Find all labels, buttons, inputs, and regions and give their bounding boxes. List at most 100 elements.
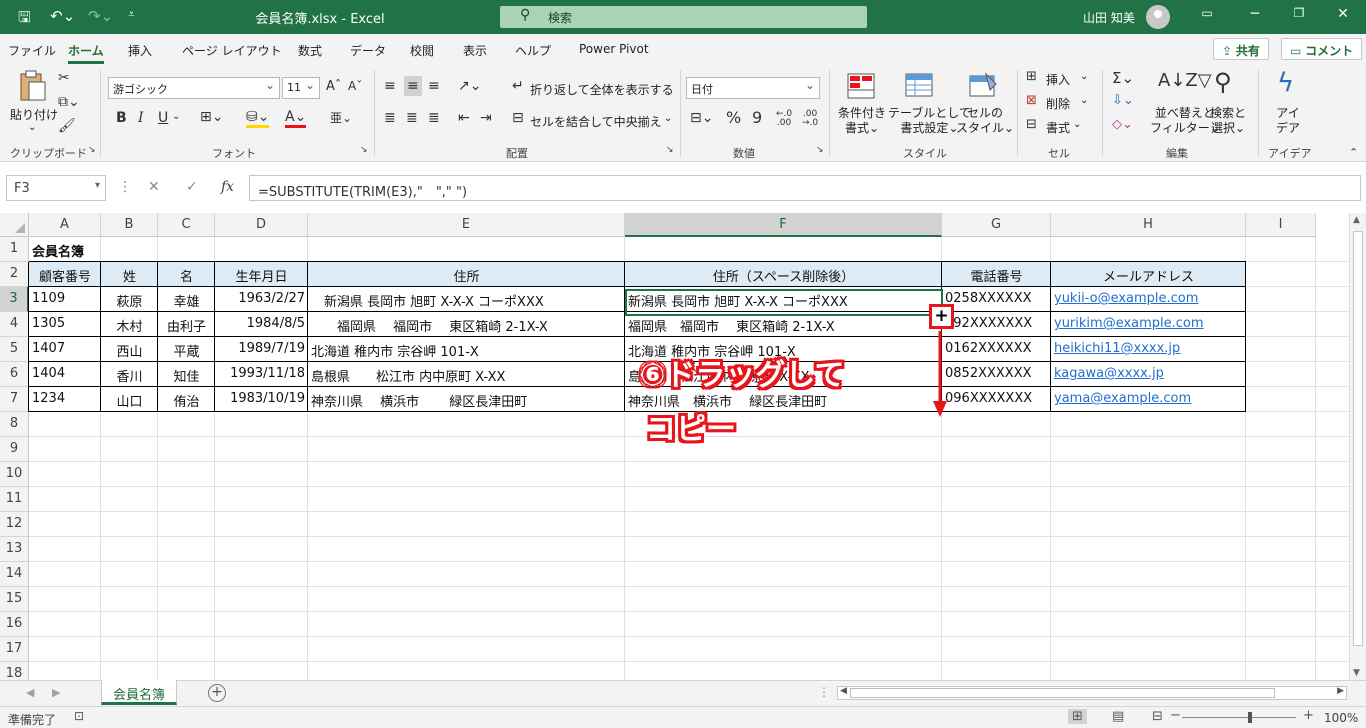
page-layout-view-icon[interactable]: ▤	[1112, 709, 1124, 724]
row-header-18[interactable]: 18	[0, 662, 29, 680]
avatar[interactable]	[1146, 5, 1170, 29]
row-header-1[interactable]: 1	[0, 237, 29, 262]
insert-function-icon[interactable]: fx	[221, 179, 234, 195]
row-header-2[interactable]: 2	[0, 262, 29, 287]
row-header-15[interactable]: 15	[0, 587, 29, 612]
data-cell[interactable]: 096XXXXXXX	[942, 387, 1051, 412]
data-cell[interactable]: 0852XXXXXX	[942, 362, 1051, 387]
conditional-formatting-icon[interactable]	[846, 72, 878, 102]
column-header-h[interactable]: H	[1051, 213, 1246, 237]
cell-styles-icon[interactable]	[968, 72, 1000, 102]
new-sheet-icon[interactable]: +	[208, 684, 226, 702]
zoom-level[interactable]: 100%	[1324, 711, 1358, 725]
cell-styles-button[interactable]: セルの スタイル⌄	[956, 106, 1014, 136]
find-select-button[interactable]: 検索と 選択⌄	[1210, 106, 1246, 136]
tab-review[interactable]: 校閲	[410, 42, 434, 59]
row-header-12[interactable]: 12	[0, 512, 29, 537]
row-header-17[interactable]: 17	[0, 637, 29, 662]
alignment-launcher-icon[interactable]: ↘	[666, 145, 674, 155]
align-right-icon[interactable]: ≣	[428, 110, 440, 126]
email-link[interactable]: heikichi11@xxxx.jp	[1051, 337, 1246, 362]
name-box[interactable]: F3	[6, 175, 106, 201]
data-cell[interactable]: 萩原	[101, 287, 158, 312]
data-cell[interactable]: 1983/10/19	[215, 387, 308, 412]
header-cell[interactable]: 顧客番号	[29, 262, 101, 287]
zoom-slider-thumb[interactable]	[1248, 712, 1252, 723]
wrap-text-icon[interactable]: ↵	[512, 78, 524, 94]
restore-icon[interactable]: ❐	[1284, 6, 1314, 20]
email-link[interactable]: yurikim@example.com	[1051, 312, 1246, 337]
find-select-icon[interactable]: ⚲	[1214, 68, 1232, 96]
tab-file[interactable]: ファイル	[8, 42, 56, 59]
enter-icon[interactable]: ✓	[186, 179, 198, 195]
data-cell[interactable]: 1407	[29, 337, 101, 362]
data-cell[interactable]: 由利子	[158, 312, 215, 337]
normal-view-icon[interactable]: ⊞	[1068, 709, 1087, 724]
column-header-g[interactable]: G	[942, 213, 1051, 237]
minimize-icon[interactable]: ─	[1240, 6, 1270, 22]
header-cell[interactable]: 生年月日	[215, 262, 308, 287]
row-header-5[interactable]: 5	[0, 337, 29, 362]
row-header-13[interactable]: 13	[0, 537, 29, 562]
row-header-8[interactable]: 8	[0, 412, 29, 437]
formula-input[interactable]: =SUBSTITUTE(TRIM(E3)," "," ")	[249, 175, 1361, 201]
align-bottom-icon[interactable]: ≡	[428, 78, 440, 94]
row-header-3[interactable]: 3	[0, 287, 29, 312]
merge-dropdown-icon[interactable]: ⌄	[664, 113, 672, 124]
zoom-out-icon[interactable]: −	[1170, 708, 1181, 723]
tab-power-pivot[interactable]: Power Pivot	[579, 42, 649, 56]
grow-font-icon[interactable]: Aˆ	[326, 79, 341, 94]
underline-dropdown-icon[interactable]: ⌄	[172, 111, 180, 122]
data-cell[interactable]: 0258XXXXXX	[942, 287, 1051, 312]
fill-color-icon[interactable]: ⛁⌄	[246, 109, 270, 128]
vertical-scroll-thumb[interactable]	[1353, 231, 1363, 646]
collapse-ribbon-icon[interactable]: ⌃	[1349, 146, 1358, 159]
format-dropdown-icon[interactable]: ⌄	[1073, 119, 1081, 130]
row-header-14[interactable]: 14	[0, 562, 29, 587]
data-cell[interactable]: 1984/8/5	[215, 312, 308, 337]
align-left-icon[interactable]: ≣	[384, 110, 396, 126]
sort-filter-icon[interactable]: A↓Z▽	[1158, 70, 1212, 91]
column-header-i[interactable]: I	[1246, 213, 1316, 237]
borders-icon[interactable]: ⊞⌄	[200, 109, 223, 125]
delete-cells-icon[interactable]: ⊠	[1026, 93, 1037, 108]
clipboard-launcher-icon[interactable]: ↘	[88, 145, 96, 155]
cut-icon[interactable]: ✂	[58, 70, 70, 86]
percent-icon[interactable]: %	[726, 108, 741, 127]
format-cells-icon[interactable]: ⊟	[1026, 117, 1037, 132]
font-family-select[interactable]: 游ゴシック	[108, 77, 280, 99]
conditional-formatting-button[interactable]: 条件付き 書式⌄	[838, 106, 886, 136]
delete-dropdown-icon[interactable]: ⌄	[1080, 95, 1088, 106]
horizontal-scroll-thumb[interactable]	[850, 688, 1275, 698]
format-as-table-icon[interactable]	[904, 72, 936, 102]
data-cell[interactable]: 1234	[29, 387, 101, 412]
sheet-title-cell[interactable]: 会員名簿	[29, 237, 169, 262]
data-cell[interactable]: 幸雄	[158, 287, 215, 312]
page-break-view-icon[interactable]: ⊟	[1152, 709, 1163, 724]
tab-insert[interactable]: 挿入	[128, 42, 152, 59]
row-header-4[interactable]: 4	[0, 312, 29, 337]
insert-cells-icon[interactable]: ⊞	[1026, 69, 1037, 84]
tab-home[interactable]: ホーム	[68, 42, 104, 64]
select-all-button[interactable]	[0, 213, 29, 237]
search-box[interactable]: ⚲ 検索	[500, 6, 867, 28]
data-cell[interactable]: 神奈川県 横浜市 緑区長津田町	[308, 387, 625, 412]
header-cell[interactable]: 名	[158, 262, 215, 287]
row-header-6[interactable]: 6	[0, 362, 29, 387]
header-cell[interactable]: 住所（スペース削除後）	[625, 262, 942, 287]
paste-label[interactable]: 貼り付け	[10, 106, 58, 123]
column-header-a[interactable]: A	[29, 213, 101, 237]
merge-center-button[interactable]: セルを結合して中央揃え	[530, 113, 662, 130]
data-cell[interactable]: 知佳	[158, 362, 215, 387]
row-header-7[interactable]: 7	[0, 387, 29, 412]
data-cell[interactable]: 福岡県 福岡市 東区箱崎 2-1X-X	[308, 312, 625, 337]
worksheet-grid[interactable]: ABCDEFGHI 1 2 3 4 5 6 7 8 9 10 11 12 13 14 15 16 17 18 会員…	[0, 213, 1366, 680]
data-cell[interactable]: 平蔵	[158, 337, 215, 362]
data-cell[interactable]: 山口	[101, 387, 158, 412]
autosum-icon[interactable]: Σ⌄	[1112, 69, 1134, 87]
ideas-button[interactable]: アイ デア	[1276, 106, 1300, 136]
paste-icon[interactable]	[17, 70, 49, 101]
data-cell[interactable]: 北海道 稚内市 宗谷岬 101-X	[308, 337, 625, 362]
data-cell[interactable]: 島根県 松江市 内中原町 X-XX	[308, 362, 625, 387]
column-header-f[interactable]: F	[625, 213, 942, 237]
